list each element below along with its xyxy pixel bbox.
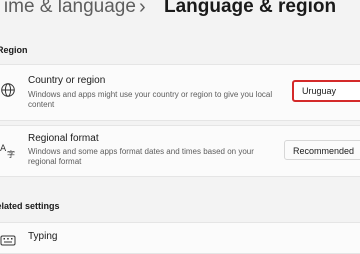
regional-format-dropdown[interactable]: Recommended [284,140,360,160]
globe-icon [1,83,15,97]
breadcrumb: Time & language › Language & region [0,0,360,23]
svg-text:字: 字 [7,149,15,158]
country-region-title: Country or region [28,75,106,86]
country-region-selected-value: Uruguay [302,86,337,96]
page-title: Language & region [164,0,337,17]
regional-format-icon: A 字 [0,144,15,158]
breadcrumb-parent-time-language[interactable]: Time & language [0,0,136,19]
country-region-dropdown[interactable]: Uruguay [292,80,360,102]
section-label-region: Region [0,45,28,55]
regional-format-description: Windows and some apps format dates and t… [28,147,254,166]
country-region-description: Windows and apps might use your country … [28,90,273,109]
regional-format-selected-value: Recommended [293,146,355,156]
typing-title: Typing [28,231,58,242]
svg-text:A: A [0,144,7,154]
breadcrumb-separator-chevron-icon: › [139,0,146,18]
keyboard-icon [0,235,16,246]
section-label-related-settings: Related settings [0,201,60,211]
regional-format-title: Regional format [28,133,99,144]
typing-row[interactable]: Typing [0,222,360,254]
